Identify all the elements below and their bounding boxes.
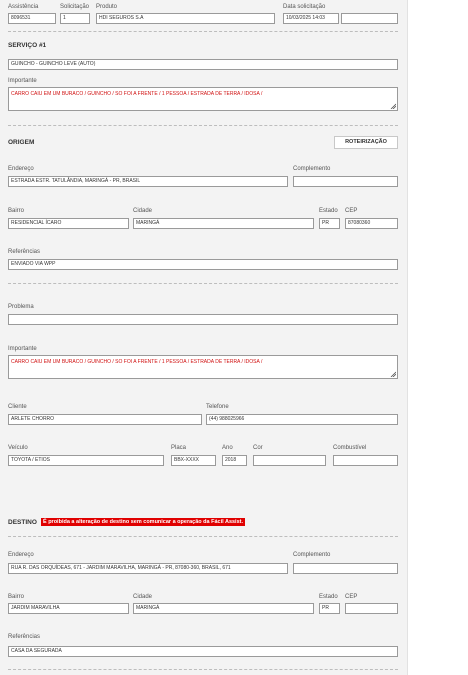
data-extra-field[interactable]	[341, 13, 398, 24]
ano-label: Ano	[222, 445, 233, 451]
origem-referencias-label: Referências	[8, 249, 41, 255]
solicitacao-label: Solicitação	[60, 4, 90, 10]
veiculo-label: Veículo	[8, 445, 28, 451]
servico-title: SERVIÇO #1	[8, 42, 47, 49]
detalhes-importante-text: CARRO CAIU EM UM BURACO / GUINCHO / SO F…	[11, 359, 263, 365]
cor-field[interactable]	[253, 455, 326, 466]
origem-cidade-label: Cidade	[133, 208, 153, 214]
origem-cidade-field[interactable]: MARINGÁ	[133, 218, 314, 229]
destino-estado-field[interactable]: PR	[319, 603, 340, 614]
destino-complemento-field[interactable]	[293, 563, 398, 574]
destino-endereco-label: Endereço	[8, 552, 34, 558]
origem-estado-field[interactable]: PR	[319, 218, 340, 229]
origem-bairro-field[interactable]: RESIDENCIAL ÍCARO	[8, 218, 129, 229]
divider	[8, 536, 398, 537]
data-solicitacao-field[interactable]: 10/03/2025 14:03	[283, 13, 339, 24]
origem-cep-field[interactable]: 87080360	[345, 218, 398, 229]
telefone-field[interactable]: (44) 988025966	[206, 414, 398, 425]
origem-complemento-field[interactable]	[293, 176, 398, 187]
origem-endereco-field[interactable]: ESTRADA ESTR. TATULÂNDIA, MARINGÁ - PR, …	[8, 176, 288, 187]
destino-complemento-label: Complemento	[293, 552, 331, 558]
origem-title: ORIGEM	[8, 139, 35, 146]
origem-complemento-label: Complemento	[293, 166, 331, 172]
resize-grip-icon[interactable]	[390, 371, 396, 377]
produto-label: Produto	[96, 4, 118, 10]
assistencia-label: Assistência	[8, 4, 39, 10]
divider	[8, 125, 398, 126]
destino-referencias-field[interactable]: CASA DA SEGURADA	[8, 646, 398, 657]
destino-estado-label: Estado	[319, 594, 338, 600]
detalhes-importante-label: Importante	[8, 346, 37, 352]
resize-grip-icon[interactable]	[390, 103, 396, 109]
cliente-label: Cliente	[8, 404, 27, 410]
cliente-field[interactable]: ARLETE CHORRO	[8, 414, 202, 425]
divider	[8, 283, 398, 284]
service-form: Assistência 8096531 Solicitação 1 Produt…	[0, 0, 408, 675]
placa-field[interactable]: BBX-XXXX	[171, 455, 216, 466]
destino-title: DESTINO	[8, 519, 37, 526]
cor-label: Cor	[253, 445, 263, 451]
destino-cidade-label: Cidade	[133, 594, 153, 600]
combustivel-label: Combustível	[333, 445, 367, 451]
origem-bairro-label: Bairro	[8, 208, 25, 214]
combustivel-field[interactable]	[333, 455, 398, 466]
servico-tipo-field[interactable]: GUINCHO - GUINCHO LEVE (AUTO)	[8, 59, 398, 70]
data-solicitacao-label: Data solicitação	[283, 4, 326, 10]
destino-referencias-label: Referências	[8, 634, 41, 640]
produto-field[interactable]: HDI SEGUROS S.A	[96, 13, 275, 24]
destino-cep-field[interactable]	[345, 603, 398, 614]
servico-importante-text: CARRO CAIU EM UM BURACO / GUINCHO / SO F…	[11, 91, 263, 97]
destino-bairro-label: Bairro	[8, 594, 25, 600]
divider	[8, 669, 398, 670]
divider	[8, 31, 398, 32]
destino-bairro-field[interactable]: JARDIM MARAVILHA	[8, 603, 129, 614]
veiculo-field[interactable]: TOYOTA / ETIOS	[8, 455, 164, 466]
problema-field[interactable]	[8, 314, 398, 325]
origem-estado-label: Estado	[319, 208, 338, 214]
roteirizacao-button[interactable]: ROTEIRIZAÇÃO	[334, 136, 398, 149]
destino-cep-label: CEP	[345, 594, 358, 600]
destino-warning-badge: É proibida a alteração de destino sem co…	[41, 518, 246, 526]
origem-cep-label: CEP	[345, 208, 358, 214]
telefone-label: Telefone	[206, 404, 229, 410]
servico-importante-textarea[interactable]: CARRO CAIU EM UM BURACO / GUINCHO / SO F…	[8, 87, 398, 111]
problema-label: Problema	[8, 304, 34, 310]
destino-endereco-field[interactable]: RUA R. DAS ORQUÍDEAS, 671 - JARDIM MARAV…	[8, 563, 288, 574]
placa-label: Placa	[171, 445, 187, 451]
origem-endereco-label: Endereço	[8, 166, 34, 172]
servico-importante-label: Importante	[8, 78, 37, 84]
solicitacao-field[interactable]: 1	[60, 13, 90, 24]
ano-field[interactable]: 2018	[222, 455, 247, 466]
origem-referencias-field[interactable]: ENVIADO VIA WPP	[8, 259, 398, 270]
detalhes-importante-textarea[interactable]: CARRO CAIU EM UM BURACO / GUINCHO / SO F…	[8, 355, 398, 379]
assistencia-field[interactable]: 8096531	[8, 13, 56, 24]
destino-cidade-field[interactable]: MARINGÁ	[133, 603, 314, 614]
